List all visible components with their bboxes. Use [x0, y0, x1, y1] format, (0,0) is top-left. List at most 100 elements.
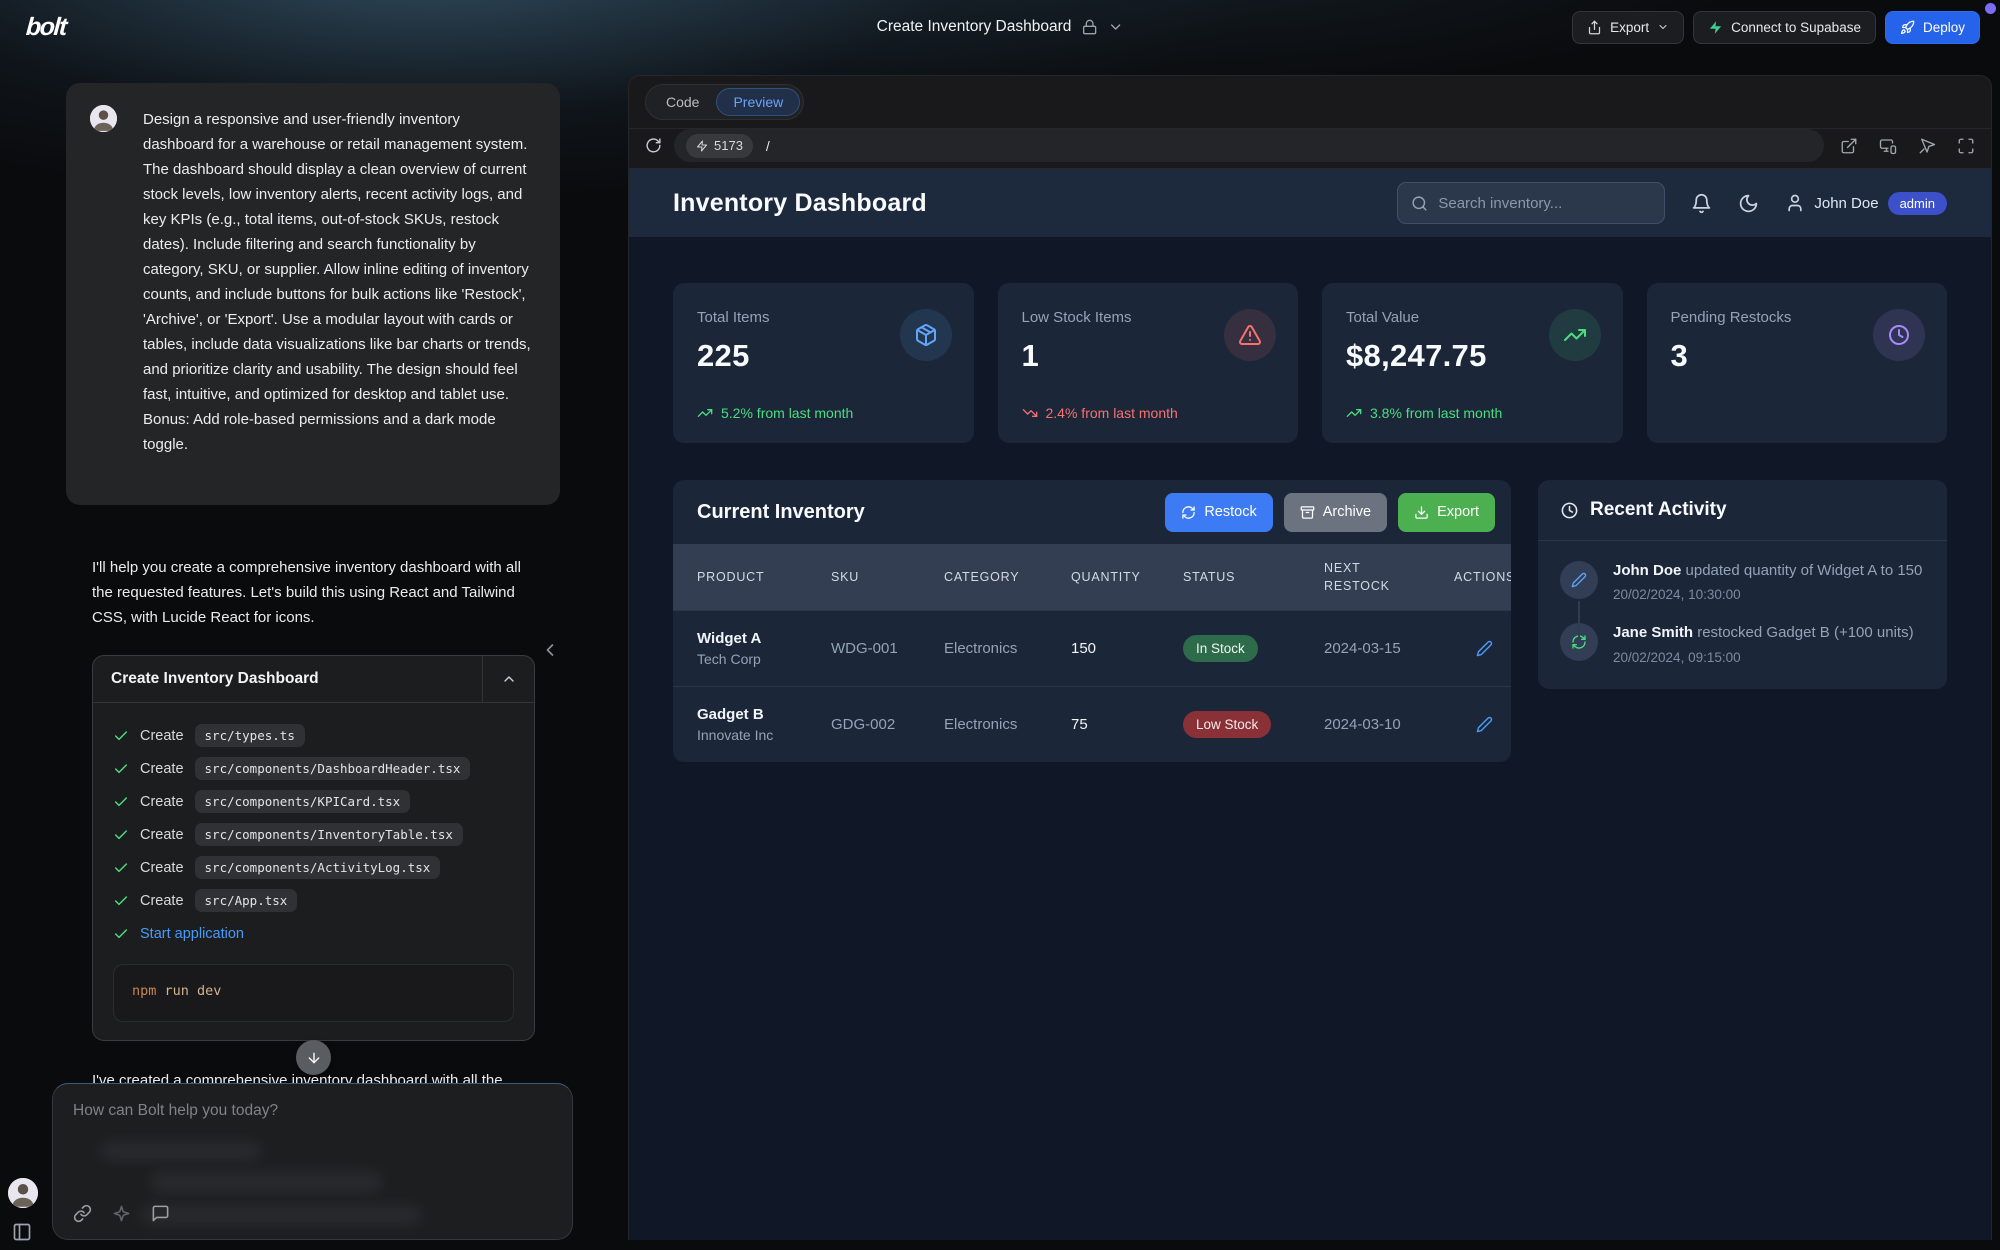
- refresh-icon: [1181, 505, 1196, 520]
- inventory-header: Current Inventory Restock Archive: [673, 480, 1511, 544]
- table-row[interactable]: Widget A Tech Corp WDG-001 Electronics 1…: [673, 610, 1511, 686]
- bolt-logo[interactable]: bolt: [25, 13, 67, 42]
- product-name: Widget A: [697, 630, 761, 647]
- sparkles-icon[interactable]: [112, 1204, 131, 1223]
- project-title-group[interactable]: Create Inventory Dashboard: [877, 18, 1124, 36]
- role-badge: admin: [1888, 192, 1947, 215]
- user-menu[interactable]: John Doe admin: [1785, 192, 1947, 215]
- link-icon[interactable]: [73, 1204, 92, 1223]
- list-item: Jane Smith restocked Gadget B (+100 unit…: [1560, 623, 1925, 664]
- collapse-chat-button[interactable]: [540, 640, 560, 665]
- artifact-title: Create Inventory Dashboard: [93, 656, 482, 702]
- col-actions: ACTIONS: [1454, 570, 1511, 584]
- sidebar-toggle-button[interactable]: [12, 1222, 32, 1247]
- col-quantity: QUANTITY: [1071, 570, 1183, 584]
- connect-supabase-label: Connect to Supabase: [1731, 20, 1861, 35]
- panel-left-icon: [12, 1222, 32, 1242]
- topbar: bolt Create Inventory Dashboard Export C…: [0, 0, 2000, 54]
- tab-code[interactable]: Code: [649, 88, 716, 116]
- notifications-button[interactable]: [1691, 193, 1712, 214]
- kpi-low-stock: Low Stock Items 1 2.4% from last month: [998, 283, 1299, 443]
- chat-input-box[interactable]: [52, 1083, 573, 1240]
- trending-up-icon: [1346, 405, 1362, 421]
- search-input[interactable]: [1438, 195, 1651, 212]
- inventory-search[interactable]: [1397, 182, 1665, 224]
- user-icon: [1785, 193, 1805, 213]
- col-next-restock: NEXT RESTOCK: [1324, 559, 1396, 595]
- artifact-action: Create src/components/InventoryTable.tsx: [113, 818, 514, 851]
- export-label: Export: [1610, 20, 1649, 35]
- inventory-table-header: PRODUCT SKU CATEGORY QUANTITY STATUS NEX…: [673, 544, 1511, 610]
- col-product: PRODUCT: [697, 570, 831, 584]
- url-input[interactable]: 5173 /: [674, 129, 1824, 162]
- table-row[interactable]: Gadget B Innovate Inc GDG-002 Electronic…: [673, 686, 1511, 762]
- start-application-link[interactable]: Start application: [140, 926, 244, 942]
- bolt-workspace: bolt Create Inventory Dashboard Export C…: [0, 0, 2000, 1250]
- product-category: Electronics: [944, 716, 1071, 733]
- open-external-icon[interactable]: [1840, 137, 1858, 155]
- trending-up-icon: [1563, 323, 1587, 347]
- terminal-command: npm run dev: [113, 964, 514, 1022]
- connect-supabase-button[interactable]: Connect to Supabase: [1693, 11, 1876, 44]
- chevron-down-icon[interactable]: [1107, 19, 1123, 35]
- trending-up-icon: [697, 405, 713, 421]
- check-icon: [113, 860, 129, 876]
- app-header-actions: John Doe admin: [1397, 182, 1947, 224]
- action-file[interactable]: src/components/InventoryTable.tsx: [195, 823, 463, 846]
- restock-button[interactable]: Restock: [1165, 493, 1272, 532]
- dark-mode-toggle[interactable]: [1738, 193, 1759, 214]
- chat-bubble-icon[interactable]: [151, 1204, 170, 1223]
- bell-icon: [1691, 193, 1712, 214]
- action-file[interactable]: src/components/KPICard.tsx: [195, 790, 411, 813]
- artifact-collapse-button[interactable]: [482, 656, 534, 702]
- edit-pencil-icon[interactable]: [1476, 640, 1493, 657]
- user-message-text: Design a responsive and user-friendly in…: [143, 107, 534, 457]
- product-supplier: Tech Corp: [697, 651, 831, 667]
- inspector-cursor-icon[interactable]: [1918, 137, 1936, 155]
- product-category: Electronics: [944, 640, 1071, 657]
- status-badge: Low Stock: [1183, 711, 1271, 738]
- reload-icon: [645, 137, 662, 154]
- deploy-button[interactable]: Deploy: [1885, 11, 1980, 44]
- export-inventory-button[interactable]: Export: [1398, 493, 1495, 532]
- tab-preview[interactable]: Preview: [716, 88, 800, 116]
- action-file[interactable]: src/types.ts: [195, 724, 305, 747]
- supabase-zap-icon: [1708, 20, 1723, 35]
- artifact-action: Create src/components/KPICard.tsx: [113, 785, 514, 818]
- archive-button[interactable]: Archive: [1284, 493, 1387, 532]
- assistant-message: I'll help you create a comprehensive inv…: [92, 555, 544, 630]
- action-verb: Create: [140, 761, 184, 777]
- activity-timestamp: 20/02/2024, 09:15:00: [1613, 650, 1914, 665]
- share-icon: [1587, 20, 1602, 35]
- reload-button[interactable]: [645, 137, 662, 154]
- product-supplier: Innovate Inc: [697, 727, 831, 743]
- chevron-left-icon: [540, 640, 560, 660]
- fullscreen-icon[interactable]: [1957, 137, 1975, 155]
- blurred-text: [101, 1142, 261, 1160]
- activity-header: Recent Activity: [1538, 480, 1947, 541]
- artifact-action: Create src/App.tsx: [113, 884, 514, 917]
- clock-icon: [1560, 501, 1579, 520]
- current-inventory-card: Current Inventory Restock Archive: [673, 480, 1511, 762]
- action-file[interactable]: src/components/DashboardHeader.tsx: [195, 757, 471, 780]
- action-file[interactable]: src/App.tsx: [195, 889, 298, 912]
- app-content: Total Items 225 5.2% from last month Low…: [629, 283, 1991, 762]
- export-button[interactable]: Export: [1572, 11, 1684, 44]
- col-category: CATEGORY: [944, 570, 1071, 584]
- clock-icon: [1887, 323, 1911, 347]
- action-file[interactable]: src/components/ActivityLog.tsx: [195, 856, 441, 879]
- user-avatar: [90, 105, 117, 132]
- devices-icon[interactable]: [1879, 137, 1897, 155]
- port-chip[interactable]: 5173: [686, 134, 753, 158]
- activity-timestamp: 20/02/2024, 10:30:00: [1613, 587, 1922, 602]
- artifact-card: Create Inventory Dashboard Create src/ty…: [92, 655, 535, 1041]
- activity-actor: Jane Smith: [1613, 624, 1693, 641]
- edit-pencil-icon[interactable]: [1476, 716, 1493, 733]
- url-path: /: [766, 138, 770, 154]
- profile-avatar[interactable]: [8, 1178, 38, 1208]
- action-verb: Create: [140, 893, 184, 909]
- activity-list: John Doe updated quantity of Widget A to…: [1538, 541, 1947, 689]
- kpi-total-value: Total Value $8,247.75 3.8% from last mon…: [1322, 283, 1623, 443]
- chat-input-toolbar: [73, 1204, 170, 1223]
- preview-panel: Code Preview 5173 /: [628, 75, 1992, 1240]
